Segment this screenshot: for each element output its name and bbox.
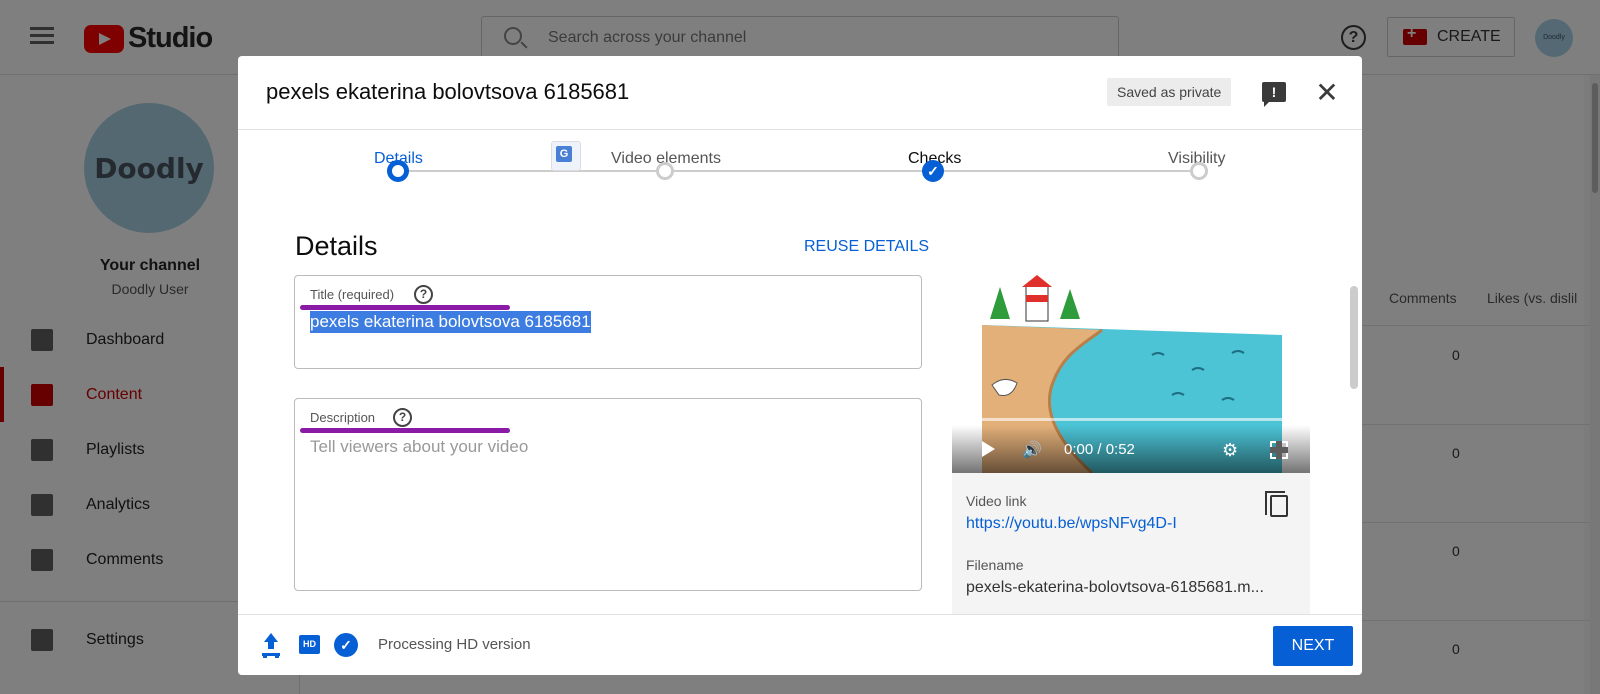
hd-icon[interactable]: HD: [299, 635, 320, 654]
playback-time: 0:00 / 0:52: [1064, 441, 1135, 458]
processing-status: Processing HD version: [378, 636, 531, 653]
description-field[interactable]: Description ? Tell viewers about your vi…: [294, 398, 922, 591]
video-player[interactable]: 🔊 0:00 / 0:52 ⚙: [952, 275, 1310, 473]
filename-value: pexels-ekaterina-bolovtsova-6185681.m...: [966, 579, 1264, 596]
description-field-label: Description: [310, 410, 376, 425]
filename-label: Filename: [966, 557, 1024, 573]
dialog-footer: HD ✓ Processing HD version NEXT: [238, 614, 1362, 675]
copy-icon[interactable]: [1265, 491, 1288, 517]
title-field-label: Title (required): [310, 287, 395, 302]
volume-icon[interactable]: 🔊: [1022, 440, 1044, 459]
saved-status-badge: Saved as private: [1107, 78, 1232, 106]
help-icon[interactable]: ?: [393, 408, 412, 427]
step-todo-indicator[interactable]: [1190, 162, 1208, 180]
dialog-header: pexels ekaterina bolovtsova 6185681 Save…: [238, 56, 1362, 130]
description-placeholder: Tell viewers about your video: [310, 437, 529, 456]
close-icon[interactable]: ✕: [1312, 78, 1342, 108]
reuse-details-button[interactable]: REUSE DETAILS: [804, 238, 929, 256]
annotation-underline: [300, 428, 510, 433]
title-input-value[interactable]: pexels ekaterina bolovtsova 6185681: [310, 311, 591, 333]
dialog-scrollbar[interactable]: [1350, 231, 1358, 667]
next-button[interactable]: NEXT: [1273, 626, 1353, 666]
settings-gear-icon[interactable]: ⚙: [1222, 440, 1242, 460]
video-link[interactable]: https://youtu.be/wpsNFvg4D-I: [966, 515, 1177, 533]
upload-icon-base: [262, 653, 280, 656]
title-field[interactable]: Title (required) ? pexels ekaterina bolo…: [294, 275, 922, 369]
translate-icon[interactable]: [551, 141, 581, 171]
video-details-dialog: pexels ekaterina bolovtsova 6185681 Save…: [238, 56, 1362, 675]
seek-bar[interactable]: [966, 418, 1296, 421]
step-done-check-icon[interactable]: ✓: [922, 160, 944, 182]
dialog-title: pexels ekaterina bolovtsova 6185681: [266, 79, 630, 104]
checks-complete-icon[interactable]: ✓: [334, 633, 358, 657]
details-form: Details REUSE DETAILS Title (required) ?…: [238, 220, 1362, 670]
video-preview-panel: 🔊 0:00 / 0:52 ⚙ Video link https://youtu…: [952, 275, 1310, 670]
upload-icon[interactable]: [262, 633, 280, 655]
help-icon[interactable]: ?: [414, 285, 433, 304]
stepper-track: [398, 170, 1197, 172]
step-current-indicator[interactable]: [387, 160, 409, 182]
video-link-label: Video link: [966, 493, 1027, 509]
fullscreen-icon[interactable]: [1270, 441, 1288, 459]
step-todo-indicator[interactable]: [656, 162, 674, 180]
feedback-icon[interactable]: !: [1262, 82, 1286, 107]
annotation-underline: [300, 305, 510, 310]
play-icon[interactable]: [982, 441, 995, 457]
section-title: Details: [295, 231, 378, 261]
